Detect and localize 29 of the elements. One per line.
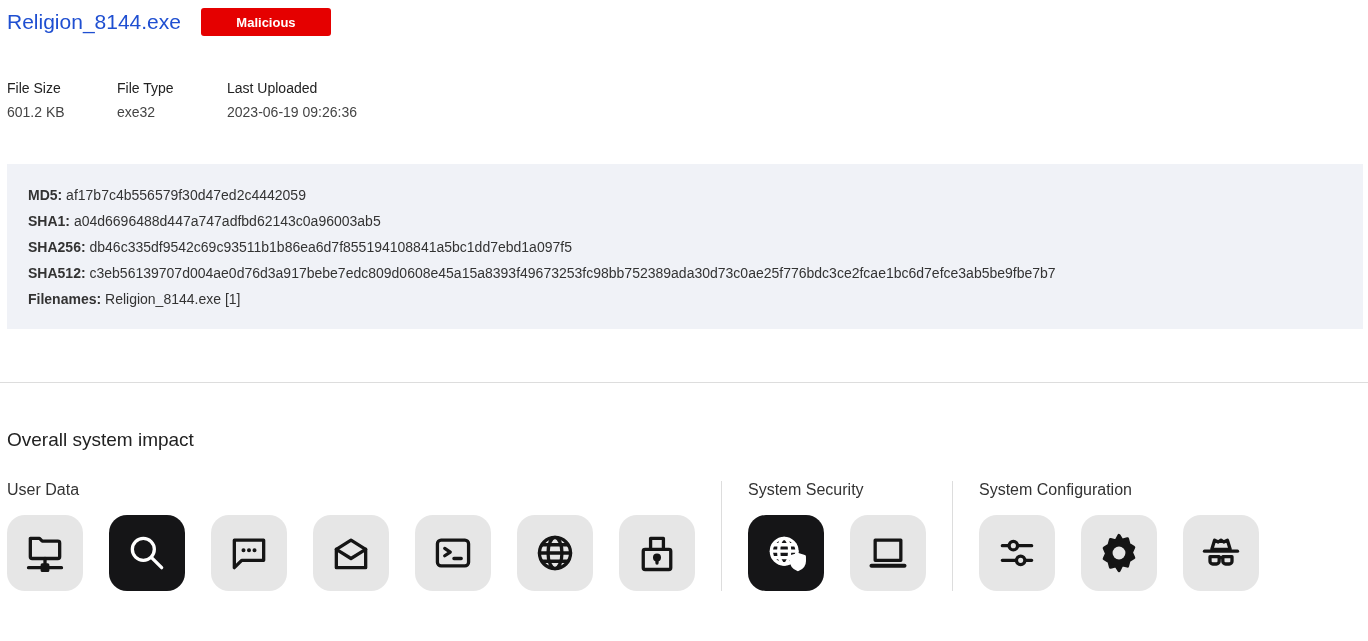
impact-tile[interactable] [7, 515, 83, 591]
hash-line: MD5: af17b7c4b556579f30d47ed2c4442059 [28, 186, 307, 205]
hash-line: SHA256: db46c335df9542c69c93511b1b86ea6d7f855194108841a5bc1dd7ebd1a097f5 [28, 238, 573, 257]
impact-tile[interactable] [1081, 515, 1157, 591]
group-label: System Configuration [979, 481, 1133, 499]
impact-tile[interactable] [748, 515, 824, 591]
impact-tile[interactable] [619, 515, 695, 591]
meta-value: exe32 [117, 104, 157, 120]
impact-tile[interactable] [109, 515, 185, 591]
meta-label: File Type [117, 80, 175, 96]
hash-line: SHA512: c3eb56139707d004ae0d76d3a917bebe7edc809d0608e45a15a8393f49673253fc98bb752389ada30d73c0ae25f776bdc3ce2fcae1bc6d7efce3ab5be9fbe7b7 [28, 264, 1057, 283]
impact-tile[interactable] [415, 515, 491, 591]
meta-label: Last Uploaded [227, 80, 319, 96]
hash-line: Filenames: Religion_8144.exe [1] [28, 290, 242, 309]
hash-line: SHA1: a04d6696488d447a747adfbd62143c0a96003ab5 [28, 212, 382, 231]
meta-value: 2023-06-19 09:26:36 [227, 104, 357, 120]
impact-tile[interactable] [1183, 515, 1259, 591]
section-title: Overall system impact [7, 429, 195, 451]
impact-tile[interactable] [517, 515, 593, 591]
impact-tile[interactable] [313, 515, 389, 591]
meta-label: File Size [7, 80, 62, 96]
impact-tile[interactable] [979, 515, 1055, 591]
verdict-badge: Malicious [200, 8, 331, 36]
group-label: User Data [7, 481, 81, 499]
group-label: System Security [748, 481, 865, 499]
meta-value: 601.2 KB [7, 104, 66, 120]
file-name[interactable]: Religion_8144.exe [7, 10, 181, 34]
impact-tile[interactable] [850, 515, 926, 591]
impact-tile[interactable] [211, 515, 287, 591]
